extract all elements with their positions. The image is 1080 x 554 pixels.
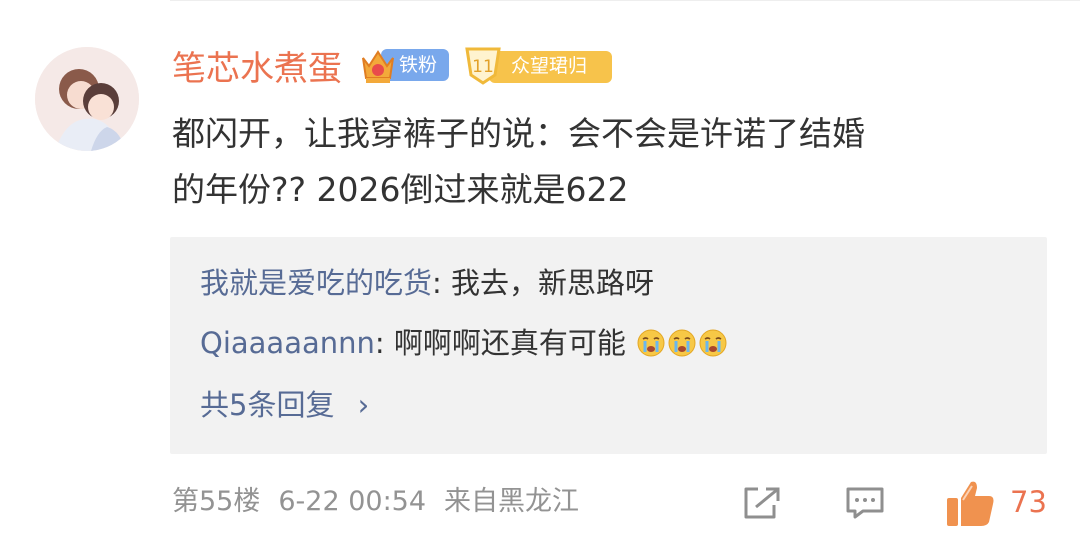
avatar[interactable] xyxy=(35,47,139,151)
like-count[interactable]: 73 xyxy=(1010,482,1047,522)
level-number: 11 xyxy=(472,57,494,77)
reply-text: 啊啊啊还真有可能 xyxy=(393,326,626,360)
reply-panel[interactable]: 我就是爱吃的吃货: 我去，新思路呀 Qiaaaaannn: 啊啊啊还真有可能 共… xyxy=(170,237,1047,454)
comment-text: 都闪开，让我穿裤子的说：会不会是许诺了结婚 的年份?? 2026倒过来就是622 xyxy=(172,106,1032,218)
reply-separator: : xyxy=(432,266,452,300)
chevron-right-icon: › xyxy=(357,388,370,422)
reply-text: 我去，新思路呀 xyxy=(451,266,655,300)
crying-face-icon xyxy=(637,329,665,357)
reply-item[interactable]: Qiaaaaannn: 啊啊啊还真有可能 xyxy=(200,323,728,363)
top-divider xyxy=(170,0,1080,11)
crying-face-icon xyxy=(699,329,727,357)
crown-icon xyxy=(362,50,394,83)
level-badge-label: 众望珺归 xyxy=(511,55,588,77)
comment-line-1: 都闪开，让我穿裤子的说：会不会是许诺了结婚 xyxy=(172,114,865,153)
floor-number: 第55楼 xyxy=(172,486,261,517)
level-shield-icon: 11 xyxy=(465,47,501,85)
reply-author[interactable]: Qiaaaaannn xyxy=(200,326,375,360)
comment-location: 来自黑龙江 xyxy=(444,486,580,517)
reply-item[interactable]: 我就是爱吃的吃货: 我去，新思路呀 xyxy=(200,263,654,303)
share-icon[interactable] xyxy=(742,486,782,520)
username[interactable]: 笔芯水煮蛋 xyxy=(172,49,342,89)
comment-meta: 第55楼 6-22 00:54 来自黑龙江 xyxy=(172,482,597,522)
reply-separator: : xyxy=(374,326,394,360)
fan-badge[interactable]: 铁粉 xyxy=(357,44,451,86)
comment-time: 6-22 00:54 xyxy=(278,486,427,517)
comment-icon[interactable] xyxy=(845,486,885,520)
level-badge[interactable]: 11 众望珺归 xyxy=(461,45,613,85)
more-replies-link[interactable]: 共5条回复 › xyxy=(200,385,369,425)
reply-author[interactable]: 我就是爱吃的吃货 xyxy=(200,266,432,300)
fan-badge-label: 铁粉 xyxy=(399,54,438,76)
thumbs-up-icon[interactable] xyxy=(945,478,997,528)
crying-face-icon xyxy=(668,329,696,357)
more-replies-label[interactable]: 共5条回复 xyxy=(200,388,334,422)
comment-line-2: 的年份?? 2026倒过来就是622 xyxy=(172,170,629,209)
